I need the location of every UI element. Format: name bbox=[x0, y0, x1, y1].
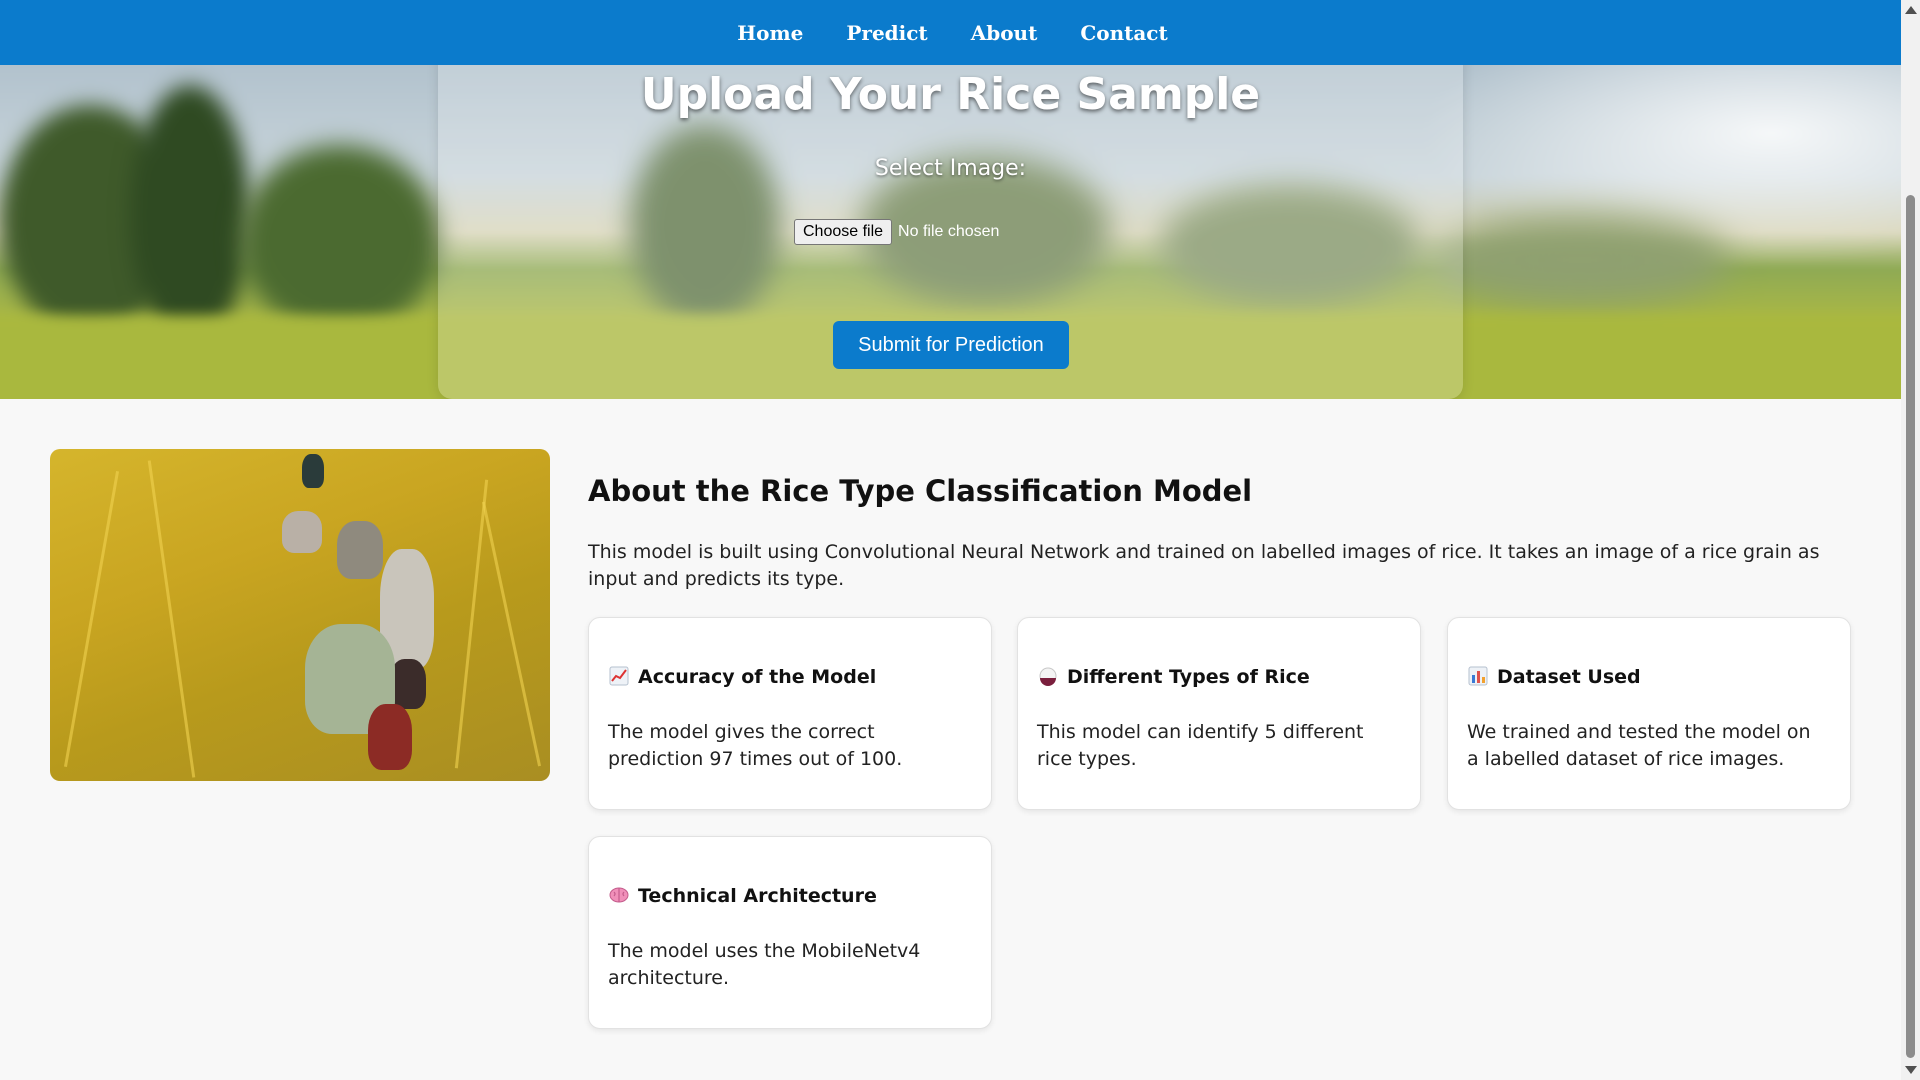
card-title: Technical Architecture bbox=[638, 885, 877, 907]
brain-icon bbox=[608, 885, 630, 907]
scroll-down-arrow-icon[interactable] bbox=[1905, 1066, 1917, 1074]
vertical-scrollbar[interactable] bbox=[1901, 0, 1920, 1080]
submit-prediction-button[interactable]: Submit for Prediction bbox=[833, 321, 1069, 369]
card-title: Accuracy of the Model bbox=[638, 666, 877, 688]
nav-home-link[interactable]: Home bbox=[737, 21, 803, 45]
chart-increasing-icon bbox=[608, 666, 630, 688]
card-text: The model gives the correct prediction 9… bbox=[608, 721, 903, 770]
card-text: This model can identify 5 different rice… bbox=[1037, 721, 1364, 770]
about-description: This model is built using Convolutional … bbox=[588, 541, 1820, 590]
nav-contact-link[interactable]: Contact bbox=[1080, 21, 1167, 45]
feature-card-accuracy: Accuracy of the Model The model gives th… bbox=[588, 617, 992, 810]
file-status-text: No file chosen bbox=[898, 223, 1000, 240]
file-input[interactable]: Choose file No file chosen bbox=[794, 219, 999, 245]
choose-file-button[interactable]: Choose file bbox=[794, 219, 893, 245]
card-title: Dataset Used bbox=[1497, 666, 1641, 688]
feature-card-architecture: Technical Architecture The model uses th… bbox=[588, 836, 992, 1029]
upload-title: Upload Your Rice Sample bbox=[640, 69, 1261, 120]
feature-card-dataset: Dataset Used We trained and tested the m… bbox=[1447, 617, 1851, 810]
feature-card-rice-types: Different Types of Rice This model can i… bbox=[1017, 617, 1421, 810]
nav-predict-link[interactable]: Predict bbox=[846, 21, 927, 45]
card-text: We trained and tested the model on a lab… bbox=[1467, 721, 1811, 770]
bar-chart-icon bbox=[1467, 666, 1489, 688]
upload-card: Upload Your Rice Sample Select Image: Ch… bbox=[438, 65, 1463, 399]
hero-section: Upload Your Rice Sample Select Image: Ch… bbox=[0, 65, 1901, 399]
rice-field-harvest-image bbox=[50, 449, 550, 781]
card-title: Different Types of Rice bbox=[1067, 666, 1310, 688]
scroll-up-arrow-icon[interactable] bbox=[1905, 6, 1917, 14]
card-text: The model uses the MobileNetv4 architect… bbox=[608, 940, 921, 989]
top-navbar: Home Predict About Contact bbox=[0, 0, 1901, 65]
scrollbar-thumb[interactable] bbox=[1906, 195, 1915, 1058]
select-image-label: Select Image: bbox=[874, 156, 1027, 181]
about-heading: About the Rice Type Classification Model bbox=[588, 474, 1253, 508]
rice-ball-icon bbox=[1037, 666, 1059, 688]
nav-about-link[interactable]: About bbox=[971, 21, 1038, 45]
